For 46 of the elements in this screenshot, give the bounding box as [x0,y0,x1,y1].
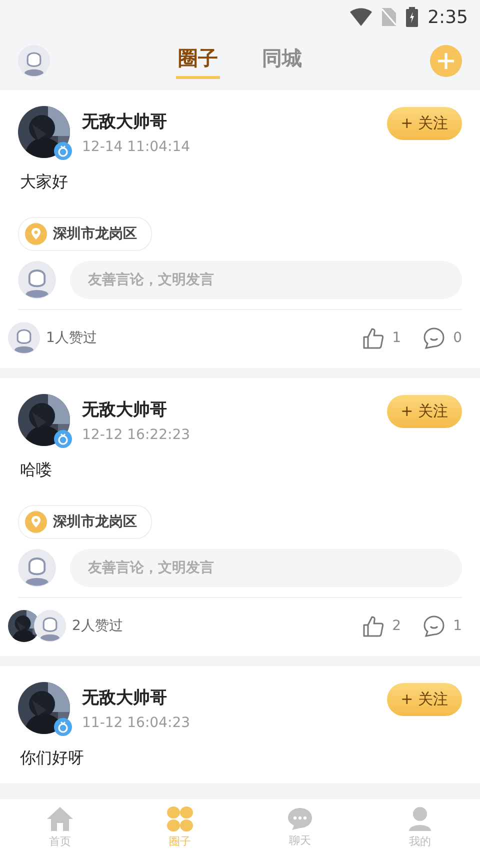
avatar-icon [18,261,56,299]
tab[interactable]: 圈子 [176,43,220,79]
follow-button[interactable]: + 关注 [386,394,462,428]
follow-button[interactable]: + 关注 [386,106,462,140]
avatar-icon [18,549,56,587]
location-tag[interactable]: 深圳市龙岗区 [18,217,152,251]
chat-icon [287,806,313,830]
comment-count: 1 [453,618,462,634]
male-badge-icon [54,718,72,736]
wifi-icon [350,8,372,26]
post-text: 你们好呀 [20,748,85,769]
author-name: 无敌大帅哥 [82,398,168,420]
location-pin-icon [25,511,47,533]
location-pin-icon [25,223,47,245]
comment-count: 0 [453,330,462,346]
male-badge-icon [54,142,72,160]
post-time: 11-12 16:04:23 [82,714,192,730]
thumbs-up-icon[interactable] [362,615,384,637]
like-count: 1 [392,330,402,346]
avatar-icon [8,322,40,354]
avatar-icon [34,610,66,642]
status-time: 2:35 [428,6,468,28]
comment-icon[interactable] [423,327,446,349]
grid-icon [167,806,193,832]
like-count: 2 [392,618,402,634]
post-text: 大家好 [20,172,69,193]
author-name: 无敌大帅哥 [82,686,168,708]
person-icon [408,806,432,832]
tab[interactable]: 同城 [260,43,304,79]
likes-summary: 1人赞过 [46,329,98,347]
author-name: 无敌大帅哥 [82,110,168,132]
post-text: 哈喽 [20,460,53,481]
comment-field[interactable]: 友善言论，文明发言 [70,261,462,299]
likes-summary: 2人赞过 [72,617,124,635]
location-tag[interactable]: 深圳市龙岗区 [18,505,152,539]
follow-button[interactable]: + 关注 [386,682,462,716]
thumbs-up-icon[interactable] [362,327,384,349]
comment-icon[interactable] [423,615,446,637]
post-time: 12-14 11:04:14 [82,138,192,154]
no-sim-icon [382,8,396,26]
profile-avatar-icon [18,45,50,77]
male-badge-icon [54,430,72,448]
home-icon [46,806,74,832]
comment-field[interactable]: 友善言论，文明发言 [70,549,462,587]
battery-icon [406,7,418,27]
post-time: 12-12 16:22:23 [82,426,192,442]
